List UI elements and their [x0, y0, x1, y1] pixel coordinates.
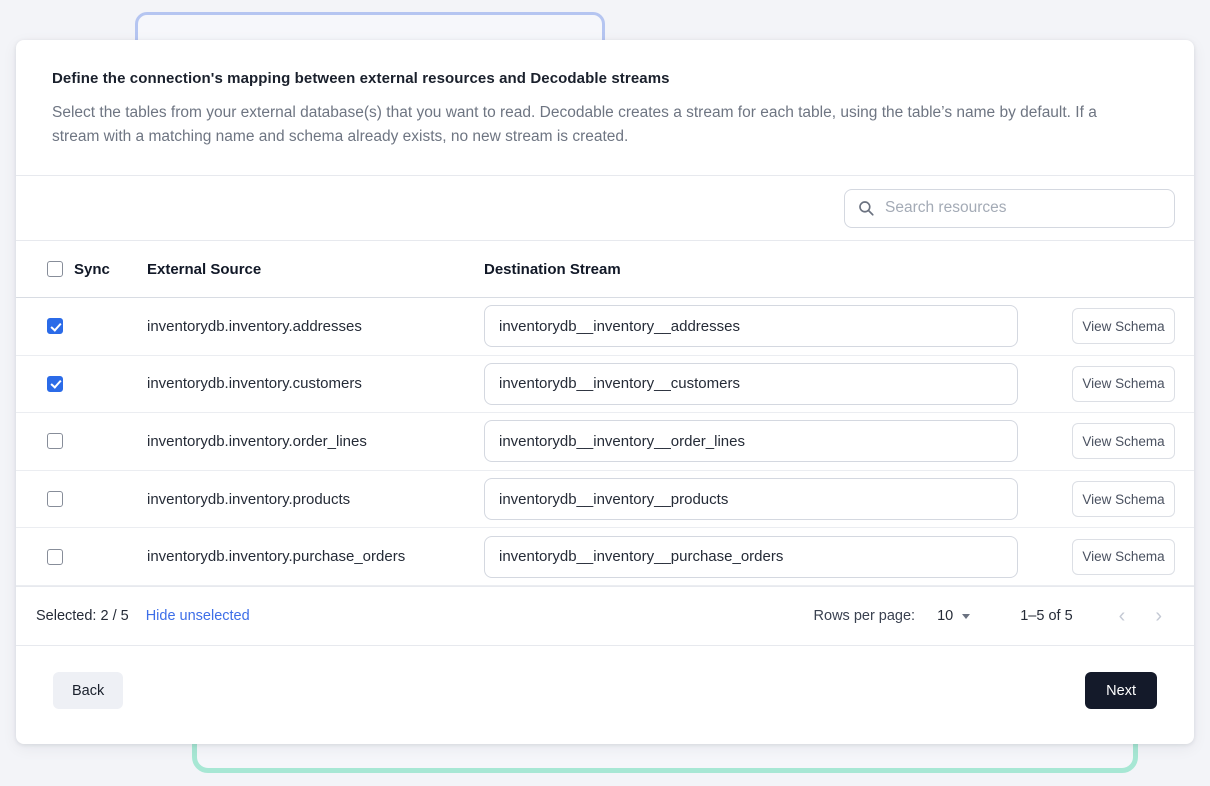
page-range-label: 1–5 of 5	[1020, 608, 1072, 624]
destination-stream-input[interactable]	[484, 420, 1018, 462]
dialog-header: Define the connection's mapping between …	[16, 40, 1194, 175]
view-schema-button[interactable]: View Schema	[1072, 423, 1175, 459]
rows-per-page-label: Rows per page:	[814, 608, 916, 624]
rows-per-page-value: 10	[937, 608, 953, 624]
destination-stream-input[interactable]	[484, 305, 1018, 347]
hide-unselected-link[interactable]: Hide unselected	[146, 608, 250, 624]
external-source-label: inventorydb.inventory.purchase_orders	[147, 548, 484, 565]
row-sync-checkbox[interactable]	[47, 491, 63, 507]
chevron-down-icon	[962, 614, 970, 619]
sync-header-cell: Sync	[47, 261, 147, 278]
view-schema-button[interactable]: View Schema	[1072, 308, 1175, 344]
destination-stream-input[interactable]	[484, 478, 1018, 520]
select-all-checkbox[interactable]	[47, 261, 63, 277]
row-sync-checkbox[interactable]	[47, 549, 63, 565]
view-schema-button[interactable]: View Schema	[1072, 539, 1175, 575]
previous-page-button[interactable]: ‹	[1115, 604, 1130, 628]
table-row: inventorydb.inventory.products View Sche…	[16, 471, 1194, 529]
column-header-sync: Sync	[74, 261, 110, 278]
dialog-description: Select the tables from your external dat…	[52, 101, 1132, 149]
table-row: inventorydb.inventory.purchase_orders Vi…	[16, 528, 1194, 586]
table-row: inventorydb.inventory.customers View Sch…	[16, 356, 1194, 414]
dialog-actions: Back Next	[16, 646, 1194, 744]
view-schema-button[interactable]: View Schema	[1072, 481, 1175, 517]
search-row	[16, 176, 1194, 240]
back-button[interactable]: Back	[53, 672, 123, 709]
rows-per-page-select[interactable]: 10	[937, 608, 970, 624]
row-sync-checkbox[interactable]	[47, 376, 63, 392]
next-page-button[interactable]: ›	[1151, 604, 1166, 628]
search-input[interactable]	[844, 189, 1175, 228]
pagination-bar: Selected: 2 / 5 Hide unselected Rows per…	[16, 586, 1194, 646]
table-header-row: Sync External Source Destination Stream	[16, 241, 1194, 298]
destination-stream-input[interactable]	[484, 536, 1018, 578]
destination-stream-input[interactable]	[484, 363, 1018, 405]
table-row: inventorydb.inventory.order_lines View S…	[16, 413, 1194, 471]
next-button[interactable]: Next	[1085, 672, 1157, 709]
selected-count-label: Selected: 2 / 5	[36, 608, 129, 624]
external-source-label: inventorydb.inventory.products	[147, 491, 484, 508]
view-schema-button[interactable]: View Schema	[1072, 366, 1175, 402]
dialog-title: Define the connection's mapping between …	[52, 70, 1158, 87]
row-sync-checkbox[interactable]	[47, 433, 63, 449]
column-header-destination-stream: Destination Stream	[484, 261, 1053, 278]
row-sync-checkbox[interactable]	[47, 318, 63, 334]
connection-mapping-dialog: Define the connection's mapping between …	[16, 40, 1194, 744]
table-row: inventorydb.inventory.addresses View Sch…	[16, 298, 1194, 356]
external-source-label: inventorydb.inventory.customers	[147, 375, 484, 392]
search-icon	[857, 199, 875, 217]
external-source-label: inventorydb.inventory.order_lines	[147, 433, 484, 450]
external-source-label: inventorydb.inventory.addresses	[147, 318, 484, 335]
search-box	[844, 189, 1175, 228]
column-header-external-source: External Source	[147, 261, 484, 278]
